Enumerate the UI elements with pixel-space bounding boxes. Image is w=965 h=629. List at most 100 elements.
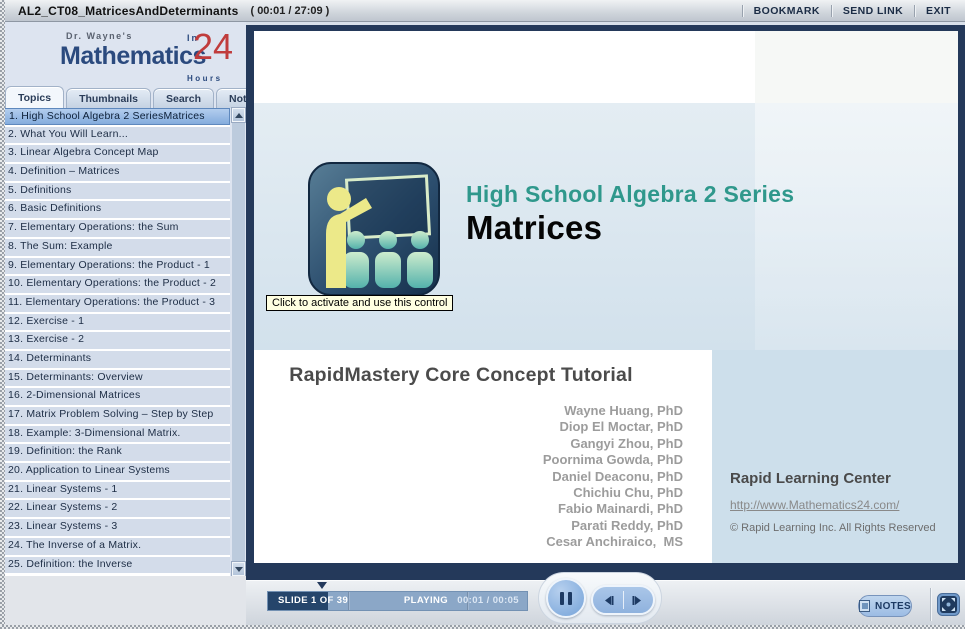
topic-item[interactable]: 22. Linear Systems - 2	[2, 500, 230, 518]
notes-label: NOTES	[875, 600, 911, 612]
author-name: Parati Reddy, PhD	[571, 517, 683, 533]
step-back-icon	[605, 595, 614, 605]
slide-top-margin	[254, 31, 958, 103]
author-name: Daniel Deaconu, PhD	[552, 468, 683, 484]
pause-icon	[560, 591, 564, 605]
slide-time: 00:01 / 00:05	[457, 595, 519, 606]
slide-title-band: High School Algebra 2 Series Matrices Cl…	[254, 103, 958, 350]
topic-item[interactable]: 9. Elementary Operations: the Product - …	[2, 257, 230, 275]
author-name: Fabio Mainardi, PhD	[558, 501, 683, 517]
scroll-down-icon	[234, 566, 243, 572]
logo-number: 24	[193, 26, 234, 67]
presenter-icon	[308, 162, 440, 296]
logo-wordmark: Mathematics	[60, 42, 206, 70]
fullscreen-button[interactable]	[937, 593, 960, 616]
logo-tagline: Dr. Wayne's	[66, 31, 133, 41]
slide-right-column	[755, 103, 958, 350]
slide-counter: SLIDE 1 OF 39	[278, 595, 349, 606]
window-edge	[0, 0, 5, 629]
slide-main-title: Matrices	[466, 209, 603, 246]
topic-item[interactable]: 25. Definition: the Inverse	[2, 556, 230, 574]
topic-item[interactable]: 18. Example: 3-Dimensional Matrix.	[2, 425, 230, 443]
topics-scrollbar[interactable]	[231, 107, 246, 577]
topic-item[interactable]: 11. Elementary Operations: the Product -…	[2, 294, 230, 312]
titlebar-actions: BOOKMARK SEND LINK EXIT	[731, 0, 951, 22]
rlc-name: Rapid Learning Center	[730, 470, 891, 487]
author-name: Poornima Gowda, PhD	[542, 452, 683, 468]
rlc-url-link[interactable]: http://www.Mathematics24.com/	[730, 498, 899, 512]
notes-button[interactable]: NOTES	[858, 595, 912, 617]
sidebar-tabs: Topics Thumbnails Search Notes	[0, 84, 272, 108]
rlc-panel: Rapid Learning Center http://www.Mathema…	[712, 350, 958, 563]
step-buttons	[591, 585, 655, 615]
separator	[741, 5, 743, 17]
authors-list: Wayne Huang, PhD Diop El Moctar, PhD Gangy…	[254, 403, 683, 551]
step-forward-button[interactable]	[624, 587, 654, 613]
author-name: Chichiu Chu, PhD	[573, 485, 683, 501]
rlc-copyright: © Rapid Learning Inc. All Rights Reserve…	[730, 522, 936, 534]
separator	[930, 588, 931, 621]
topic-item[interactable]: 21. Linear Systems - 1	[2, 481, 230, 499]
slide-stage[interactable]: High School Algebra 2 Series Matrices Cl…	[254, 31, 958, 563]
topic-item[interactable]: 17. Matrix Problem Solving – Step by Ste…	[2, 407, 230, 424]
logo-hours: Hours	[187, 74, 223, 83]
slide-credits-band: RapidMastery Core Concept Tutorial Wayne…	[254, 350, 958, 563]
sidebar-tab[interactable]: Thumbnails	[66, 88, 151, 108]
brand-logo: Dr. Wayne's Mathematics In 24 Hours	[0, 22, 246, 84]
total-time: ( 00:01 / 27:09 )	[250, 4, 330, 17]
stage-frame: High School Algebra 2 Series Matrices Cl…	[246, 22, 965, 629]
step-forward-icon	[632, 595, 641, 605]
window-edge	[0, 625, 965, 629]
topic-item[interactable]: 5. Definitions	[2, 182, 230, 200]
topic-item[interactable]: 1. High School Algebra 2 SeriesMatrices	[2, 108, 230, 125]
activex-tooltip: Click to activate and use this control	[266, 295, 454, 311]
author-name: Cesar Anchiraico, MS	[546, 534, 683, 550]
scroll-up-button[interactable]	[231, 107, 246, 123]
author-name: Wayne Huang, PhD	[564, 403, 683, 418]
author-name: Gangyi Zhou, PhD	[570, 435, 683, 451]
topic-item[interactable]: 23. Linear Systems - 3	[2, 519, 230, 536]
sidebar-footer	[0, 576, 246, 629]
progress-bar[interactable]: SLIDE 1 OF 39 PLAYING 00:01 / 00:05	[267, 591, 528, 611]
transport-controls	[538, 572, 662, 624]
separator	[348, 592, 350, 610]
topic-item[interactable]: 6. Basic Definitions	[2, 201, 230, 219]
notes-icon	[859, 600, 871, 612]
topic-item[interactable]: 10. Elementary Operations: the Product -…	[2, 276, 230, 293]
topic-item[interactable]: 14. Determinants	[2, 350, 230, 368]
topic-item[interactable]: 24. The Inverse of a Matrix.	[2, 537, 230, 555]
topic-item[interactable]: 3. Linear Algebra Concept Map	[2, 145, 230, 163]
separator	[914, 5, 916, 17]
topic-item[interactable]: 7. Elementary Operations: the Sum	[2, 220, 230, 237]
topic-item[interactable]: 4. Definition – Matrices	[2, 164, 230, 181]
slide-right-column	[755, 31, 958, 103]
send-link-button[interactable]: SEND LINK	[843, 5, 903, 17]
sidebar: Dr. Wayne's Mathematics In 24 Hours Topi…	[0, 22, 272, 629]
scroll-down-button[interactable]	[231, 561, 246, 577]
topic-item[interactable]: 2. What You Will Learn...	[2, 126, 230, 144]
sidebar-tab[interactable]: Topics	[5, 86, 65, 108]
playback-status: PLAYING	[403, 595, 449, 606]
pause-button[interactable]	[546, 578, 586, 618]
topics-list: 1. High School Algebra 2 SeriesMatrices 2…	[2, 108, 230, 576]
topic-item[interactable]: 16. 2-Dimensional Matrices	[2, 388, 230, 405]
exit-button[interactable]: EXIT	[926, 5, 951, 17]
topic-item[interactable]: 8. The Sum: Example	[2, 238, 230, 256]
scrub-marker[interactable]	[317, 582, 327, 589]
topic-item[interactable]: 12. Exercise - 1	[2, 313, 230, 331]
series-title: High School Algebra 2 Series	[466, 181, 795, 207]
step-back-button[interactable]	[593, 587, 623, 613]
bookmark-button[interactable]: BOOKMARK	[754, 5, 820, 17]
title-bar: AL2_CT08_MatricesAndDeterminants ( 00:01…	[0, 0, 965, 22]
topic-item[interactable]: 19. Definition: the Rank	[2, 444, 230, 462]
sidebar-tab[interactable]: Search	[152, 88, 215, 108]
separator	[830, 5, 832, 17]
topic-item[interactable]: 15. Determinants: Overview	[2, 369, 230, 387]
tutorial-subtitle: RapidMastery Core Concept Tutorial	[289, 364, 633, 386]
pause-icon	[568, 591, 572, 605]
topic-item[interactable]: 20. Application to Linear Systems	[2, 463, 230, 480]
player-window: AL2_CT08_MatricesAndDeterminants ( 00:01…	[0, 0, 965, 629]
stage-top-edge	[246, 22, 965, 25]
author-name: Diop El Moctar, PhD	[559, 419, 683, 435]
topic-item[interactable]: 13. Exercise - 2	[2, 332, 230, 349]
